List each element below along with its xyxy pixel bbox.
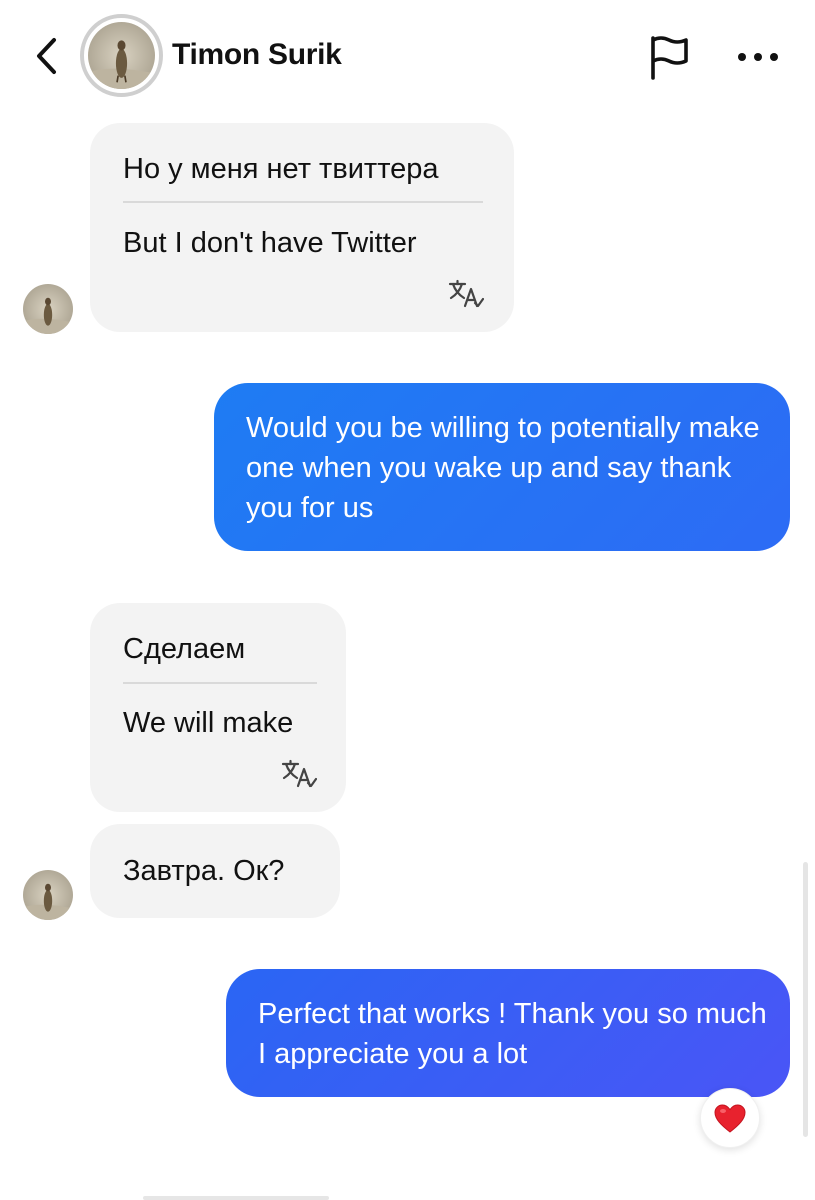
chevron-left-icon	[37, 38, 56, 74]
message-text: Would you be willing to potentially make…	[246, 412, 760, 524]
outgoing-message-bubble[interactable]: Perfect that works ! Thank you so much I…	[226, 969, 790, 1097]
sender-avatar[interactable]	[23, 284, 73, 334]
original-text: Но у меня нет твиттера	[123, 153, 439, 185]
chat-header: Timon Surik	[0, 0, 815, 115]
translated-text: But I don't have Twitter	[123, 227, 417, 259]
heart-reaction[interactable]	[700, 1088, 760, 1148]
outgoing-message-bubble[interactable]: Would you be willing to potentially make…	[214, 383, 790, 551]
meerkat-photo	[23, 870, 73, 920]
translation-divider	[123, 682, 317, 684]
home-indicator	[143, 1196, 329, 1200]
translate-icon[interactable]	[448, 278, 484, 310]
report-button[interactable]	[645, 32, 693, 82]
sender-avatar[interactable]	[23, 870, 73, 920]
more-options-button[interactable]	[735, 40, 781, 74]
incoming-message-bubble[interactable]: Сделаем We will make	[90, 603, 346, 812]
meerkat-photo	[23, 284, 73, 334]
message-text: Завтра. Ок?	[123, 855, 285, 887]
meerkat-photo	[88, 22, 155, 89]
translation-divider	[123, 201, 483, 203]
back-button[interactable]	[28, 36, 64, 76]
translate-icon[interactable]	[281, 758, 317, 790]
scrollbar[interactable]	[803, 862, 808, 1137]
incoming-message-bubble[interactable]: Но у меня нет твиттера But I don't have …	[90, 123, 514, 332]
translated-text: We will make	[123, 707, 294, 739]
contact-avatar[interactable]	[80, 14, 163, 97]
heart-icon	[714, 1103, 746, 1133]
message-text: Perfect that works ! Thank you so much I…	[258, 998, 767, 1070]
incoming-message-bubble[interactable]: Завтра. Ок?	[90, 824, 340, 918]
flag-icon	[651, 36, 688, 80]
more-horizontal-icon	[738, 53, 778, 61]
original-text: Сделаем	[123, 633, 246, 665]
contact-name[interactable]: Timon Surik	[172, 38, 342, 72]
